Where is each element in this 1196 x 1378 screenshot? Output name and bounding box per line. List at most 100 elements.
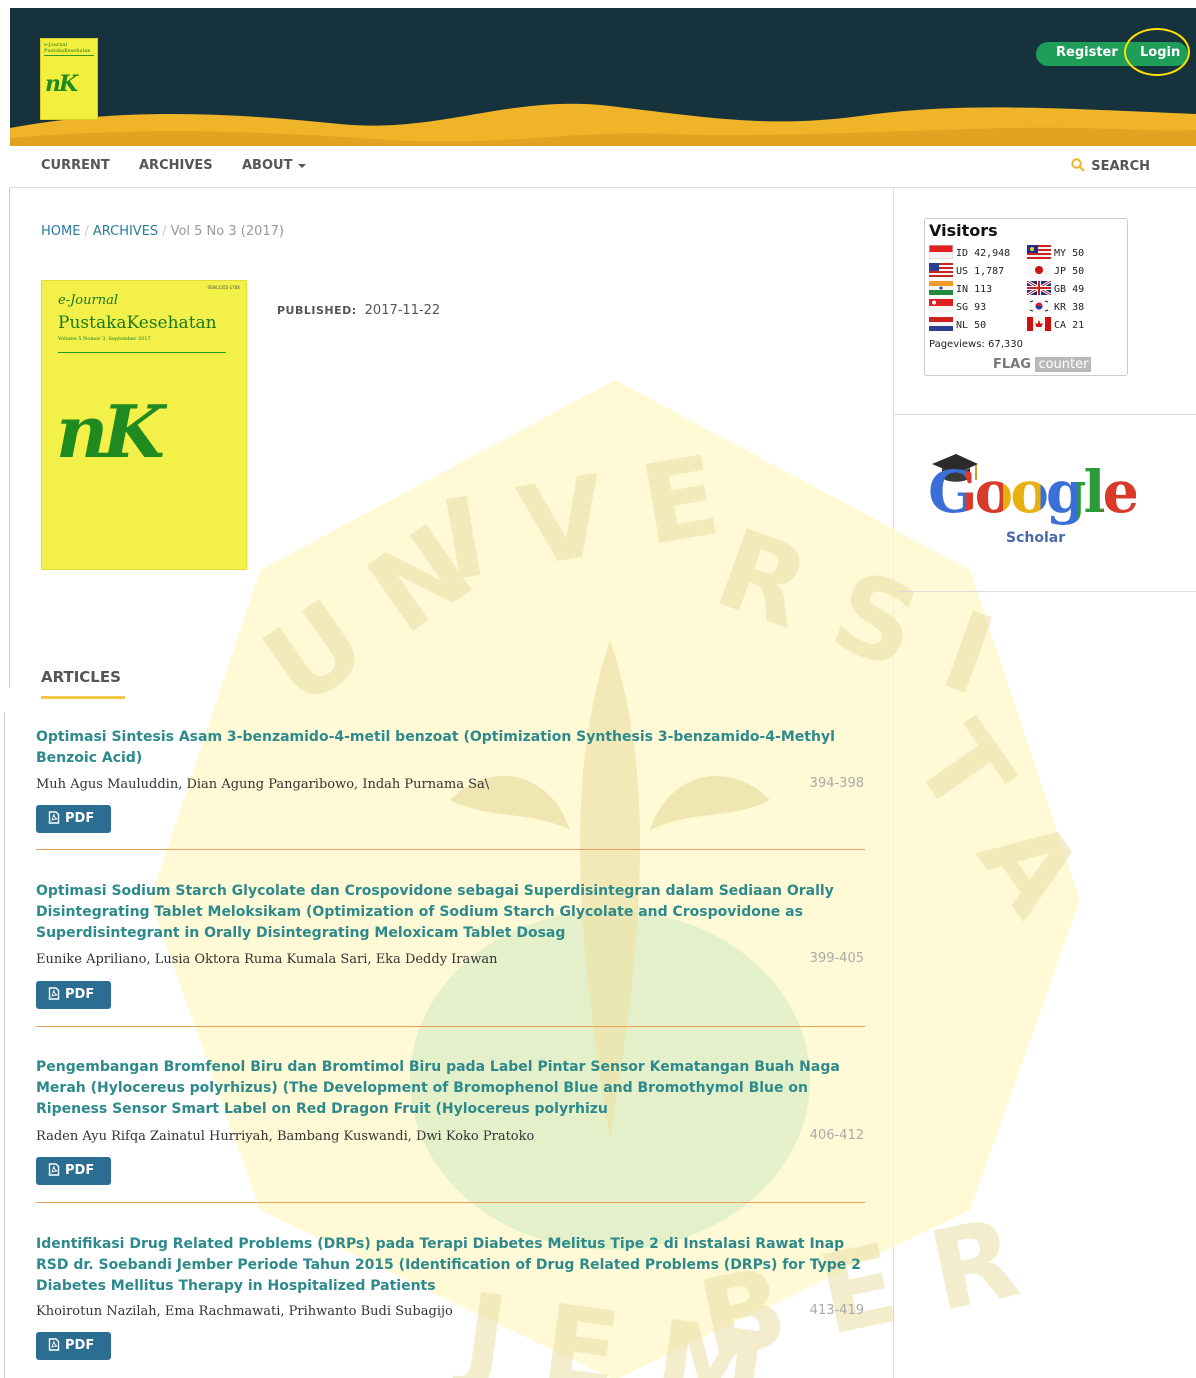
nav-item-about-label: ABOUT bbox=[242, 158, 293, 173]
visitor-code: NL bbox=[956, 320, 969, 331]
site-header: e-Journal PustakaKesehatan nK Register L… bbox=[10, 8, 1196, 146]
visitor-count: 93 bbox=[974, 302, 987, 313]
article-pages: 394-398 bbox=[809, 776, 864, 791]
pageviews: Pageviews: 67,330 bbox=[929, 339, 1023, 350]
visitor-code: SG bbox=[956, 302, 969, 313]
flag-sg-icon bbox=[929, 299, 953, 313]
breadcrumb: HOME / ARCHIVES / Vol 5 No 3 (2017) bbox=[41, 224, 284, 239]
article-separator bbox=[36, 1202, 865, 1203]
visitor-row: CA 21 bbox=[1027, 317, 1084, 331]
visitor-count: 113 bbox=[974, 284, 993, 295]
login-highlight-ring bbox=[1124, 28, 1190, 76]
visitor-row: US 1,787 bbox=[929, 263, 1004, 277]
issue-cover-image[interactable]: ISSN 2355-178X e-Journal PustakaKesehata… bbox=[41, 280, 247, 570]
breadcrumb-separator: / bbox=[162, 224, 167, 239]
visitor-code: US bbox=[956, 266, 969, 277]
cover-monogram: nK bbox=[56, 389, 165, 474]
journal-logo[interactable]: e-Journal PustakaKesehatan nK bbox=[40, 38, 98, 120]
visitor-code: CA bbox=[1054, 320, 1067, 331]
article-title[interactable]: Optimasi Sodium Starch Glycolate dan Cro… bbox=[36, 881, 866, 944]
pdf-button[interactable]: PDF bbox=[36, 805, 111, 833]
nav-item-about[interactable]: ABOUT bbox=[242, 158, 307, 173]
flagcounter-counter: counter bbox=[1035, 357, 1092, 372]
article-title[interactable]: Identifikasi Drug Related Problems (DRPs… bbox=[36, 1234, 866, 1297]
visitor-code: MY bbox=[1054, 248, 1067, 259]
search-link[interactable]: SEARCH bbox=[1071, 158, 1150, 174]
visitor-row: KR 38 bbox=[1027, 299, 1084, 313]
flag-counter-widget[interactable]: Visitors ID 42,948 US 1,787 IN 113 SG 93… bbox=[924, 218, 1128, 376]
visitor-count: 50 bbox=[1072, 266, 1085, 277]
breadcrumb-home[interactable]: HOME bbox=[41, 224, 80, 239]
visitor-row: GB 49 bbox=[1027, 281, 1084, 295]
google-wordmark-text: Google bbox=[928, 458, 1139, 526]
pdf-label: PDF bbox=[65, 811, 95, 826]
article-item: Optimasi Sodium Starch Glycolate dan Cro… bbox=[36, 881, 866, 1027]
main-nav: CURRENT ARCHIVES ABOUT SEARCH bbox=[10, 146, 1196, 188]
article-item: Optimasi Sintesis Asam 3-benzamido-4-met… bbox=[36, 727, 866, 850]
auth-pill: Register Login bbox=[1036, 28, 1190, 76]
flag-gb-icon bbox=[1027, 281, 1051, 295]
flag-jp-icon bbox=[1027, 263, 1051, 277]
visitor-count: 50 bbox=[974, 320, 987, 331]
article-separator bbox=[36, 1026, 865, 1027]
frame-border-left-lower bbox=[4, 712, 5, 1378]
flag-kr-icon bbox=[1027, 299, 1051, 313]
article-item: Identifikasi Drug Related Problems (DRPs… bbox=[36, 1234, 866, 1360]
pageviews-value: 67,330 bbox=[988, 339, 1024, 350]
nav-item-current[interactable]: CURRENT bbox=[41, 158, 110, 173]
svg-text:T A: T A bbox=[889, 701, 1080, 937]
visitor-code: JP bbox=[1054, 266, 1067, 277]
register-link[interactable]: Register bbox=[1056, 45, 1118, 60]
breadcrumb-archives[interactable]: ARCHIVES bbox=[93, 224, 158, 239]
frame-border-left bbox=[9, 188, 10, 688]
pageviews-label: Pageviews: bbox=[929, 339, 985, 350]
cover-issn: ISSN 2355-178X bbox=[207, 285, 240, 290]
flagcounter-flag: FLAG bbox=[993, 357, 1031, 372]
search-label: SEARCH bbox=[1091, 159, 1150, 174]
pdf-button[interactable]: PDF bbox=[36, 1332, 111, 1360]
visitor-row: JP 50 bbox=[1027, 263, 1084, 277]
cover-rule bbox=[58, 352, 226, 353]
svg-text:U N: U N bbox=[241, 500, 494, 731]
cover-journal-line1: e-Journal bbox=[58, 293, 118, 308]
article-item: Pengembangan Bromfenol Biru dan Bromtimo… bbox=[36, 1057, 866, 1203]
chevron-down-icon bbox=[298, 163, 307, 168]
visitor-code: KR bbox=[1054, 302, 1067, 313]
visitors-title: Visitors bbox=[929, 221, 998, 240]
article-title[interactable]: Pengembangan Bromfenol Biru dan Bromtimo… bbox=[36, 1057, 866, 1120]
flag-id-icon bbox=[929, 245, 953, 259]
cover-journal-line2: PustakaKesehatan bbox=[58, 313, 217, 333]
pdf-button[interactable]: PDF bbox=[36, 1157, 111, 1185]
breadcrumb-separator: / bbox=[84, 224, 89, 239]
pdf-label: PDF bbox=[65, 1338, 95, 1353]
visitor-row: IN 113 bbox=[929, 281, 992, 295]
visitor-count: 1,787 bbox=[974, 266, 1005, 277]
breadcrumb-current: Vol 5 No 3 (2017) bbox=[170, 224, 284, 239]
visitor-count: 50 bbox=[1072, 248, 1085, 259]
pdf-file-icon bbox=[48, 1338, 60, 1351]
visitor-count: 21 bbox=[1072, 320, 1085, 331]
articles-heading: ARTICLES bbox=[41, 668, 125, 699]
visitor-count: 49 bbox=[1072, 284, 1085, 295]
pdf-button[interactable]: PDF bbox=[36, 981, 111, 1009]
nav-item-archives[interactable]: ARCHIVES bbox=[139, 158, 213, 173]
article-separator bbox=[36, 849, 865, 850]
article-authors: Muh Agus Mauluddin, Dian Agung Pangaribo… bbox=[36, 777, 490, 792]
visitor-count: 42,948 bbox=[974, 248, 1011, 259]
sidebar-separator bbox=[894, 414, 1196, 415]
visitor-count: 38 bbox=[1072, 302, 1085, 313]
article-authors: Khoirotun Nazilah, Ema Rachmawati, Prihw… bbox=[36, 1304, 453, 1319]
pdf-label: PDF bbox=[65, 987, 95, 1002]
google-scholar-logo[interactable]: Google Scholar bbox=[924, 448, 1164, 558]
logo-rule bbox=[44, 55, 94, 56]
pdf-label: PDF bbox=[65, 1163, 95, 1178]
pdf-file-icon bbox=[48, 987, 60, 1000]
pdf-file-icon bbox=[48, 1163, 60, 1176]
flag-ca-icon bbox=[1027, 317, 1051, 331]
flag-us-icon bbox=[929, 263, 953, 277]
visitor-code: GB bbox=[1054, 284, 1067, 295]
svg-text:I V E: I V E bbox=[432, 431, 728, 605]
published-info: PUBLISHED: 2017-11-22 bbox=[277, 303, 440, 318]
article-title[interactable]: Optimasi Sintesis Asam 3-benzamido-4-met… bbox=[36, 727, 866, 769]
sidebar-separator bbox=[894, 591, 1196, 592]
